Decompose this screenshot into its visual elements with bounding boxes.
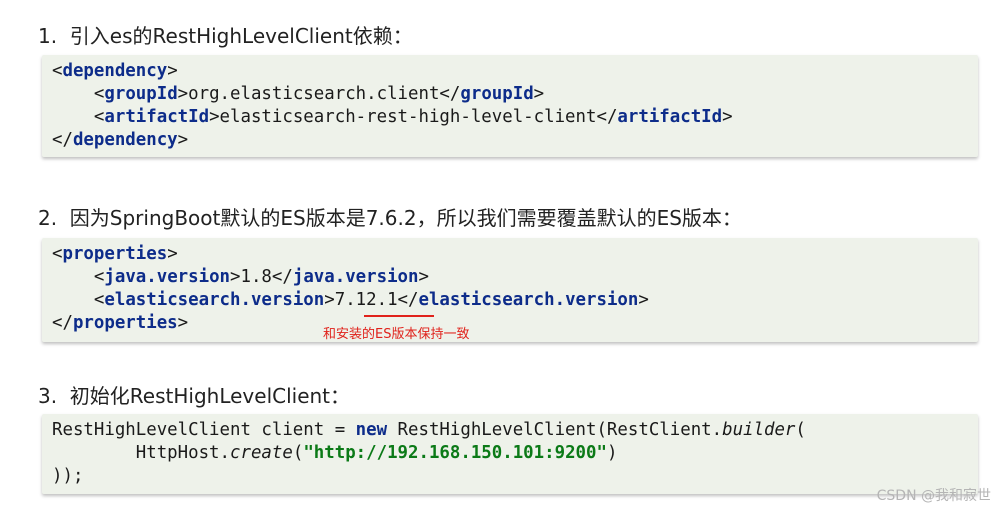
step-2-heading: 2. 因为SpringBoot默认的ES版本是7.6.2，所以我们需要覆盖默认的… <box>38 206 742 230</box>
code-line: </properties> <box>52 313 189 333</box>
code-line: <artifactId>elasticsearch-rest-high-leve… <box>93 107 733 127</box>
code-line: </dependency> <box>52 130 189 150</box>
step-1-heading: 1. 引入es的RestHighLevelClient依赖： <box>38 24 413 48</box>
code-line: RestHighLevelClient client = new RestHig… <box>52 420 806 440</box>
code-line: <properties> <box>52 244 178 264</box>
step-3-heading: 3. 初始化RestHighLevelClient： <box>38 384 351 408</box>
code-line: <elasticsearch.version>7.12.1</elasticse… <box>93 290 649 310</box>
code-line: )); <box>52 466 84 486</box>
version-underline-mark <box>364 315 434 317</box>
code-line: HttpHost.create("http://192.168.150.101:… <box>52 443 618 463</box>
csdn-watermark: CSDN @我和寂世 <box>876 488 991 504</box>
code-line: <dependency> <box>52 61 178 81</box>
code-line: <groupId>org.elasticsearch.client</group… <box>93 84 545 104</box>
properties-code-block: <properties> <java.version>1.8</java.ver… <box>42 238 978 342</box>
dependency-code-block: <dependency> <groupId>org.elasticsearch.… <box>42 55 978 157</box>
code-line: <java.version>1.8</java.version> <box>93 267 429 287</box>
version-annotation: 和安装的ES版本保持一致 <box>323 327 470 342</box>
client-init-code-block: RestHighLevelClient client = new RestHig… <box>42 414 978 494</box>
